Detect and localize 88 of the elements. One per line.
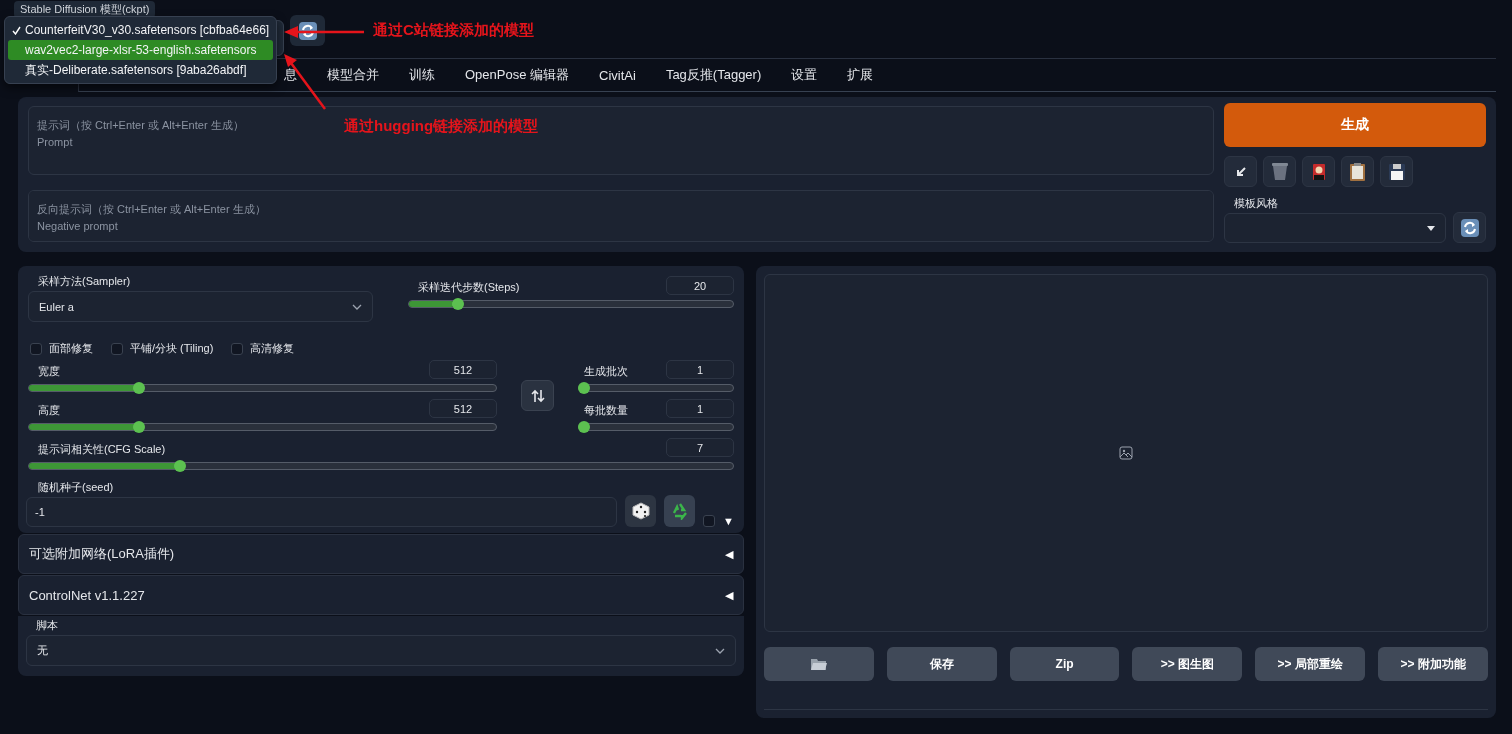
slider-label: 提示词相关性(CFG Scale) — [37, 442, 166, 457]
check-icon — [12, 25, 21, 35]
checkbox[interactable] — [703, 515, 716, 527]
accordion-title: 可选附加网络(LoRA插件) — [29, 545, 175, 563]
checkbox[interactable] — [30, 342, 42, 355]
reuse-seed-button[interactable] — [664, 495, 696, 527]
folder-icon — [809, 657, 828, 671]
number-field[interactable]: 7 — [666, 438, 734, 457]
card-icon — [1310, 162, 1327, 181]
swap-icon — [530, 388, 545, 403]
checkbox[interactable] — [111, 342, 123, 355]
action-button[interactable]: >> 局部重绘 — [1255, 647, 1366, 681]
tab[interactable]: 扩展 — [832, 66, 889, 84]
slider-label: 每批数量 — [583, 403, 628, 418]
refresh-button[interactable] — [1453, 212, 1486, 243]
menu-item[interactable]: CounterfeitV30_v30.safetensors [cbfba64e66] — [8, 20, 274, 40]
slider-track[interactable] — [28, 382, 497, 394]
checkbox-label: 平铺/分块 (Tiling) — [130, 341, 214, 356]
refresh-icon — [1459, 217, 1480, 238]
slider-track[interactable] — [578, 382, 734, 394]
slider-track[interactable] — [28, 460, 734, 472]
collapse-toggle[interactable]: ◀ — [725, 547, 733, 561]
negative-prompt-field[interactable]: 反向提示词（按 Ctrl+Enter 或 Alt+Enter 生成） Negative prompt — [28, 190, 1214, 242]
slider-track[interactable] — [28, 421, 497, 433]
annotation-arrow — [283, 53, 327, 111]
slider-label: 采样迭代步数(Steps) — [417, 280, 520, 295]
script-dropdown[interactable]: 无 — [26, 635, 736, 666]
number-field[interactable]: 1 — [666, 360, 734, 379]
chevron-down-icon — [352, 303, 362, 310]
checkbox[interactable] — [231, 342, 244, 355]
number-field[interactable]: 512 — [429, 360, 497, 379]
generate-button[interactable]: 生成 — [1224, 103, 1486, 147]
slider-thumb[interactable] — [451, 298, 464, 310]
annotation-text: 通过hugging链接添加的模型 — [344, 117, 539, 136]
sampler-dropdown[interactable]: Euler a — [28, 291, 373, 322]
tab[interactable]: Tag反推(Tagger) — [650, 66, 777, 84]
collapse-toggle[interactable]: ◀ — [725, 588, 733, 602]
dice-icon — [631, 502, 650, 520]
accordion-title: ControlNet v1.1.227 — [29, 587, 145, 603]
open-folder-button[interactable] — [764, 647, 874, 681]
tool-button[interactable] — [1380, 156, 1413, 187]
field-label: 随机种子(seed) — [37, 480, 114, 495]
random-seed-button[interactable] — [625, 495, 657, 527]
slider-track[interactable] — [408, 298, 734, 310]
tool-button[interactable] — [1341, 156, 1374, 187]
number-field[interactable]: 512 — [429, 399, 497, 418]
tool-button[interactable] — [1302, 156, 1335, 187]
action-button[interactable]: >> 图生图 — [1132, 647, 1243, 681]
number-field[interactable]: 1 — [666, 399, 734, 418]
slider-track[interactable] — [578, 421, 734, 433]
dropdown-label: 模板风格 — [1233, 196, 1278, 211]
tab[interactable]: 模型合并 — [312, 66, 394, 84]
action-button[interactable]: 保存 — [886, 647, 997, 681]
seed-field[interactable]: -1 — [26, 497, 618, 527]
recycle-icon — [670, 502, 689, 520]
menu-item[interactable]: wav2vec2-large-xlsr-53-english.safetensors — [8, 40, 274, 60]
accordion-header[interactable]: ControlNet v1.1.227 ◀ — [18, 575, 744, 615]
trash-icon — [1270, 162, 1289, 181]
tab[interactable]: 训练 — [394, 66, 450, 84]
chevron-down-icon — [715, 647, 725, 654]
expand-toggle[interactable]: ▼ — [723, 515, 734, 527]
slider-thumb[interactable] — [578, 382, 590, 394]
tab[interactable]: 设置 — [776, 66, 833, 84]
field-value: -1 — [35, 506, 45, 518]
tab[interactable]: CivitAi — [584, 67, 651, 83]
slider-label: 宽度 — [37, 364, 60, 379]
clipboard-icon — [1349, 161, 1366, 182]
image-icon — [1119, 446, 1133, 460]
caret-icon — [1427, 225, 1435, 231]
action-button[interactable]: Zip — [1009, 647, 1120, 681]
tool-button[interactable] — [1224, 156, 1257, 187]
slider-thumb[interactable] — [133, 421, 146, 433]
number-field[interactable]: 20 — [666, 276, 734, 295]
dropdown-value: 无 — [37, 643, 48, 658]
slider-thumb[interactable] — [578, 421, 590, 433]
accordion-header[interactable]: 可选附加网络(LoRA插件) ◀ — [18, 534, 744, 574]
action-button[interactable]: >> 附加功能 — [1378, 647, 1488, 681]
tab[interactable]: OpenPose 编辑器 — [450, 66, 585, 84]
annotation-text: 通过C站链接添加的模型 — [373, 21, 534, 40]
dropdown-label: 脚本 — [35, 618, 58, 633]
dropdown-label: 采样方法(Sampler) — [37, 274, 132, 289]
slider-label: 高度 — [37, 403, 60, 418]
dropdown-value: Euler a — [39, 300, 74, 313]
slider-label: 生成批次 — [583, 364, 628, 379]
checkbox-label: 高清修复 — [250, 341, 295, 356]
swap-button[interactable] — [521, 380, 554, 411]
checkbox-label: 面部修复 — [49, 341, 93, 356]
slider-thumb[interactable] — [133, 382, 146, 394]
